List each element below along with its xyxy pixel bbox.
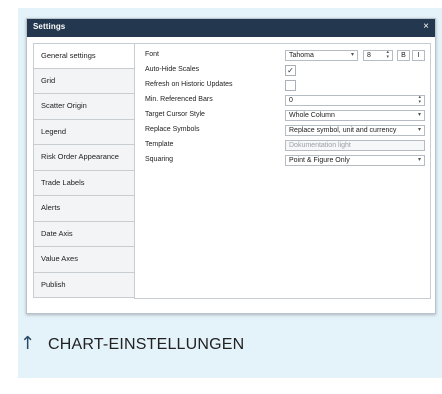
caption: ↑ CHART-EINSTELLUNGEN [18,326,442,364]
cursor-select[interactable]: Whole Column ▾ [285,110,425,121]
auto-hide-checkbox[interactable]: ✓ [285,65,296,76]
close-icon[interactable]: × [423,21,429,33]
nav-item-trade-labels[interactable]: Trade Labels [33,170,135,196]
nav-item-risk-order-appearance[interactable]: Risk Order Appearance [33,145,135,171]
replace-select[interactable]: Replace symbol, unit and currency ▾ [285,125,425,136]
font-row: Font Tahoma ▾ 8 ▴ ▾ B I [145,50,425,62]
chevron-down-icon: ▾ [350,52,354,58]
font-size-stepper[interactable]: 8 ▴ ▾ [363,50,393,61]
refresh-checkbox[interactable] [285,80,296,91]
template-field: Dokumentation light [285,140,425,151]
auto-hide-label: Auto-Hide Scales [145,66,200,73]
font-select[interactable]: Tahoma ▾ [285,50,358,61]
min-bars-stepper[interactable]: 0 ▴ ▾ [285,95,425,106]
font-label: Font [145,51,160,58]
squaring-select[interactable]: Point & Figure Only ▾ [285,155,425,166]
min-bars-value: 0 [289,97,293,104]
replace-label: Replace Symbols [145,126,200,133]
nav-item-grid[interactable]: Grid [33,68,135,94]
nav-item-date-axis[interactable]: Date Axis [33,221,135,247]
cursor-value: Whole Column [289,112,335,119]
spin-arrows-icon: ▴ ▾ [386,50,389,60]
min-bars-label: Min. Referenced Bars [145,96,213,103]
chevron-down-icon: ▾ [417,157,421,163]
font-size-value: 8 [367,52,371,59]
template-row: Template Dokumentation light [145,140,425,152]
settings-panel: Font Tahoma ▾ 8 ▴ ▾ B I Auto-Hide Scales … [134,43,431,299]
cursor-label: Target Cursor Style [145,111,205,118]
screenshot-background: Settings × General settings Grid Scatter… [18,8,442,378]
nav-item-publish[interactable]: Publish [33,272,135,298]
bold-button[interactable]: B [397,50,410,61]
replace-value: Replace symbol, unit and currency [289,127,397,134]
refresh-label: Refresh on Historic Updates [145,81,233,88]
chevron-down-icon: ▾ [417,112,421,118]
squaring-row: Squaring Point & Figure Only ▾ [145,155,425,167]
font-value: Tahoma [289,52,314,59]
template-label: Template [145,141,174,148]
caption-text: CHART-EINSTELLUNGEN [48,336,245,353]
spin-arrows-icon: ▴ ▾ [418,95,421,105]
min-bars-row: Min. Referenced Bars 0 ▴ ▾ [145,95,425,107]
dialog-titlebar: Settings × [27,19,435,37]
nav-item-scatter-origin[interactable]: Scatter Origin [33,94,135,120]
chevron-down-icon: ▾ [417,127,421,133]
auto-hide-row: Auto-Hide Scales ✓ [145,65,425,77]
replace-row: Replace Symbols Replace symbol, unit and… [145,125,425,137]
squaring-label: Squaring [145,156,174,163]
nav-item-legend[interactable]: Legend [33,119,135,145]
nav-item-general-settings[interactable]: General settings [33,43,135,69]
italic-button[interactable]: I [412,50,425,61]
cursor-row: Target Cursor Style Whole Column ▾ [145,110,425,122]
nav-item-alerts[interactable]: Alerts [33,196,135,222]
template-value: Dokumentation light [289,142,351,149]
dialog-title: Settings [33,22,66,31]
settings-nav: General settings Grid Scatter Origin Leg… [33,43,135,298]
refresh-row: Refresh on Historic Updates [145,80,425,92]
up-arrow-icon[interactable]: ↑ [20,333,35,354]
squaring-value: Point & Figure Only [289,157,350,164]
settings-dialog: Settings × General settings Grid Scatter… [26,18,436,314]
nav-item-value-axes[interactable]: Value Axes [33,247,135,273]
